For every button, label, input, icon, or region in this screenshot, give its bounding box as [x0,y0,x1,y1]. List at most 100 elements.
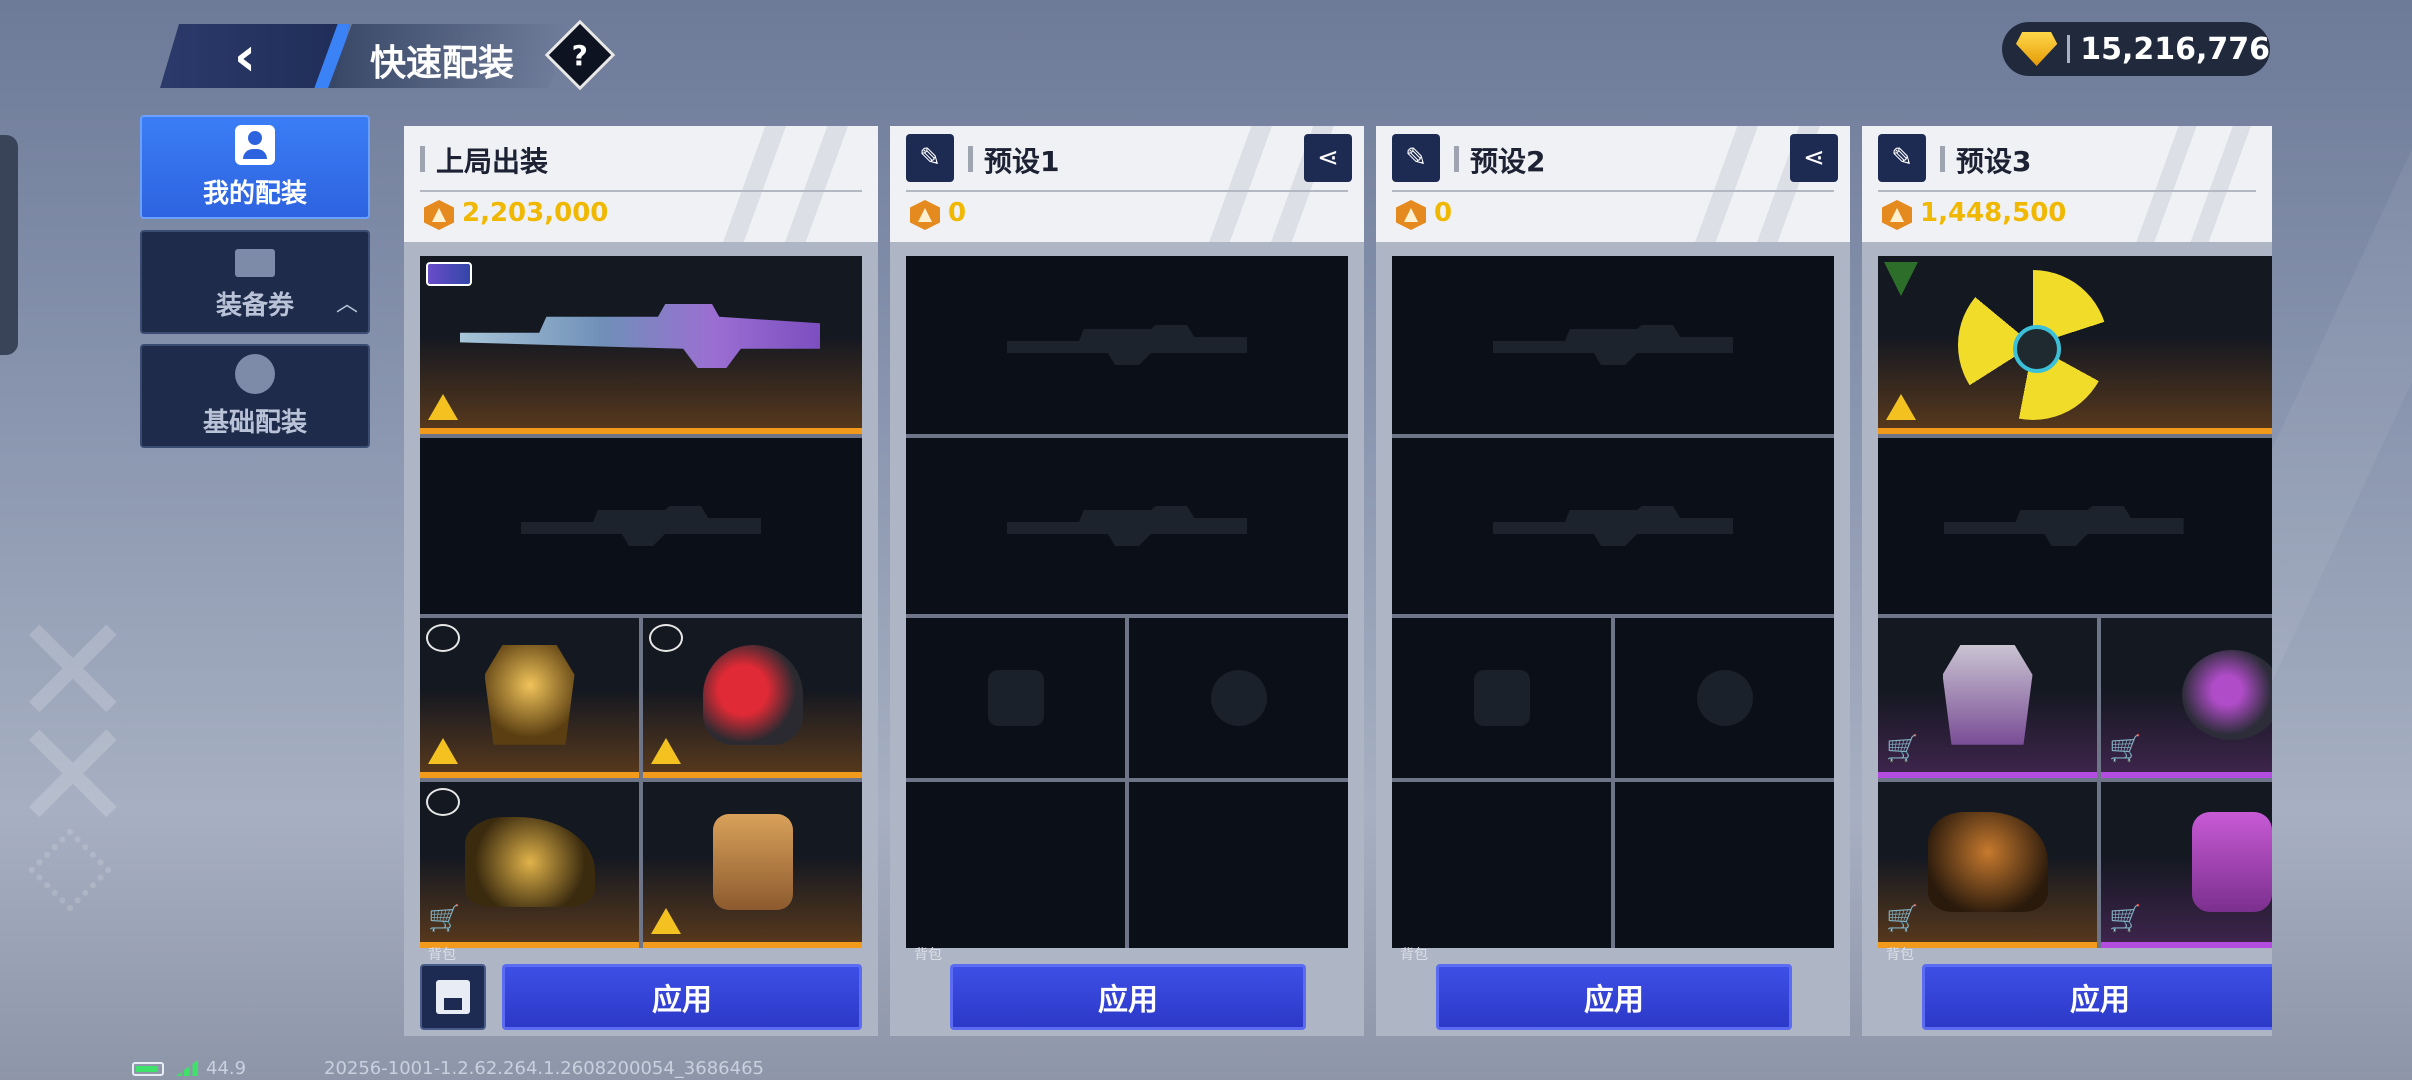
share-button[interactable]: ⋖ [1304,134,1352,182]
backpack-slot[interactable] [1129,782,1348,948]
profile-icon [235,124,275,165]
signal-icon [176,1060,198,1076]
boots-slot[interactable] [906,782,1125,948]
currency-display: 15,216,776 [2002,22,2270,76]
backpack-slot[interactable] [1615,782,1834,948]
apply-button[interactable]: 应用 [950,964,1306,1030]
helmet-slot[interactable] [1129,618,1348,778]
backpack-slot[interactable] [643,782,862,948]
apply-button[interactable]: 应用 [1922,964,2272,1030]
backpack-image [2192,811,2272,912]
armor-slot[interactable] [906,618,1125,778]
primary-weapon-slot[interactable] [420,256,862,434]
status-bar: 44.9 20256-1001-1.2.62.264.1.2608200054_… [0,1054,2412,1080]
secondary-weapon-slot[interactable] [1392,438,1834,614]
chevron-left-icon: ‹ [233,24,257,88]
preset-value: 1,448,500 [1920,198,2067,228]
secondary-weapon-slot[interactable] [906,438,1348,614]
chevron-up-icon: ︿ [335,292,358,317]
edit-button[interactable]: ✎ [906,134,954,182]
nav-label: 我的配装 [202,178,307,209]
share-icon: ⋖ [1803,143,1825,173]
coin-icon [910,200,940,230]
equipment-slots: 🛒 🛒 🛒 🛒 [1878,256,2272,948]
empty-armor-icon [987,670,1044,726]
preset-value: 0 [1434,198,1453,228]
pencil-icon: ✎ [919,143,941,173]
empty-weapon-icon [1493,506,1733,546]
helmet-image [702,644,803,745]
preset-card-header: ✎ 预设2 ⋖ 0 [1376,126,1850,242]
header-divider [1392,190,1834,192]
armor-slot[interactable] [1392,618,1611,778]
boots-slot[interactable]: 🛒 [420,782,639,948]
shuriken-image [1957,270,2108,420]
header-divider [906,190,1348,192]
coin-icon [1396,200,1426,230]
equipment-slots [1392,256,1834,948]
rarity-icon [426,624,460,652]
preset-card-header: 上局出装 2,203,000 [404,126,878,242]
preset-card-2: ✎ 预设2 ⋖ 0 背包 应用 [1376,126,1850,1036]
rarity-icon [1884,262,1918,296]
preset-value: 0 [948,198,967,228]
name-bar [1454,146,1459,172]
slot-caption: 背包 [1886,947,1914,963]
backpack-slot[interactable]: 🛒 [2101,782,2272,948]
slot-caption: 背包 [428,947,456,963]
cart-icon: 🛒 [2109,904,2142,934]
nav-item-my-loadout[interactable]: 我的配装 [140,115,370,219]
primary-weapon-slot[interactable] [906,256,1348,434]
cart-icon: 🛒 [2109,734,2142,764]
cart-icon: 🛒 [1886,904,1919,934]
share-button[interactable]: ⋖ [1790,134,1838,182]
primary-weapon-slot[interactable] [1878,256,2272,434]
warning-icon [428,738,458,764]
hand-icon [235,353,275,394]
page-header: ‹ 快速配装 ? [160,19,616,91]
empty-helmet-icon [1210,670,1267,726]
nav-item-basic-loadout[interactable]: 基础配装 [140,344,370,448]
sniper-rifle-image [460,304,820,368]
apply-button[interactable]: 应用 [1436,964,1792,1030]
boots-slot[interactable]: 🛒 [1878,782,2097,948]
warning-icon [651,908,681,934]
boots-image [464,816,595,907]
rarity-icon [426,788,460,816]
rarity-icon [649,624,683,652]
apply-button[interactable]: 应用 [502,964,862,1030]
slot-caption: 背包 [914,947,942,963]
page-title: 快速配装 [370,43,515,84]
secondary-weapon-slot[interactable] [420,438,862,614]
edit-button[interactable]: ✎ [1392,134,1440,182]
question-icon: ? [571,38,589,72]
primary-weapon-slot[interactable] [1392,256,1834,434]
helmet-slot[interactable] [643,618,862,778]
save-button[interactable] [420,964,486,1030]
helmet-image [2182,649,2272,740]
side-drawer-handle[interactable] [0,135,18,355]
back-button[interactable]: ‹ [160,24,350,88]
armor-slot[interactable]: 🛒 [1878,618,2097,778]
armor-slot[interactable] [420,618,639,778]
backpack-image [712,813,793,910]
nav-item-equipment-voucher[interactable]: 装备券 ︿ [140,230,370,334]
build-version: 20256-1001-1.2.62.264.1.2608200054_36864… [324,1058,764,1079]
helmet-slot[interactable]: 🛒 [2101,618,2272,778]
preset-card-3: ✎ 预设3 1,448,500 🛒 🛒 🛒 🛒 背包 应用 [1862,126,2272,1036]
empty-helmet-icon [1696,670,1753,726]
empty-weapon-icon [1007,325,1247,365]
helmet-slot[interactable] [1615,618,1834,778]
ticket-icon [235,248,275,277]
armor-image [1942,644,2033,745]
currency-amount: 15,216,776 [2080,31,2270,67]
secondary-weapon-slot[interactable] [1878,438,2272,614]
empty-weapon-icon [1007,506,1247,546]
warning-icon [1886,394,1916,420]
currency-separator [2067,35,2071,63]
header-divider [420,190,862,192]
boots-slot[interactable] [1392,782,1611,948]
preset-value: 2,203,000 [462,198,609,228]
coin-icon [1882,200,1912,230]
edit-button[interactable]: ✎ [1878,134,1926,182]
